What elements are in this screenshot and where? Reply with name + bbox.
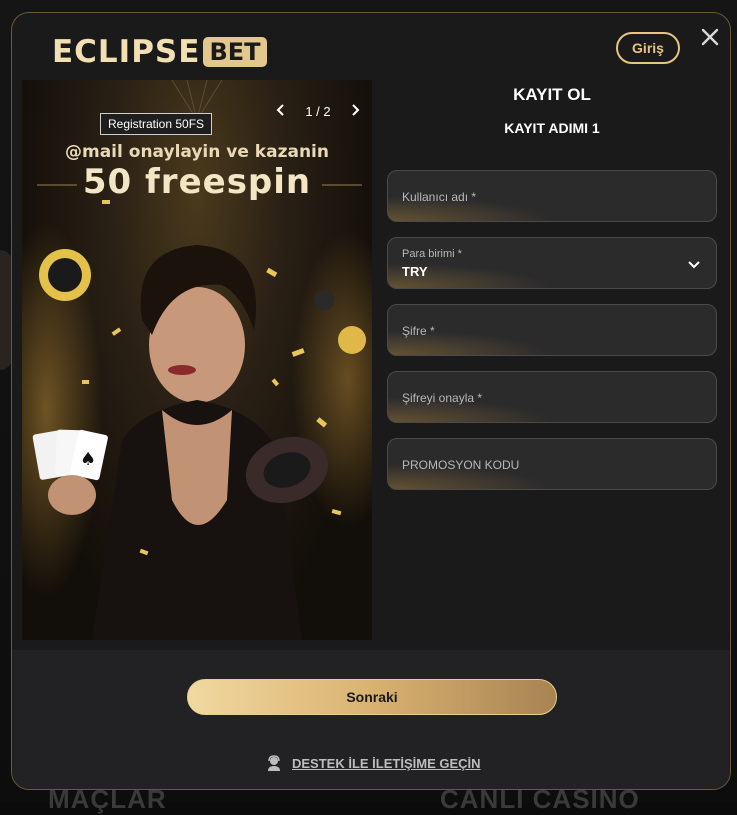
chevron-left-icon[interactable] [276,103,286,119]
support-link-label: DESTEK İLE İLETİŞİME GEÇİN [292,755,481,771]
form-step-label: KAYIT ADIMI 1 [504,120,600,136]
logo-bet-badge: BET [203,37,267,67]
password-confirm-label: Şifreyi onayla * [402,391,483,405]
promo-page-indicator: 1 / 2 [305,103,331,119]
support-agent-icon [267,755,281,771]
password-field[interactable]: Şifre * [387,304,717,356]
currency-label: Para birimi * [402,248,462,260]
currency-select[interactable]: Para birimi * TRY [387,237,717,289]
promo-banner: ♠ Registration 50FS 1 / 2 @mail onaylayi… [22,80,372,640]
promo-code-label: PROMOSYON KODU [402,458,520,472]
chevron-down-icon [688,256,700,274]
close-icon[interactable] [698,25,722,49]
username-label: Kullanıcı adı * [402,190,477,204]
promo-pager: 1 / 2 [276,100,360,122]
support-link[interactable]: DESTEK İLE İLETİŞİME GEÇİN [267,755,481,771]
currency-value: TRY [402,264,428,279]
promo-headline: @mail onaylayin ve kazanin [65,142,329,162]
registration-modal: ECLIPSE BET Giriş ♠ Registration 50FS 1 … [11,12,731,790]
next-button[interactable]: Sonraki [187,679,557,715]
promo-code-field[interactable]: PROMOSYON KODU [387,438,717,490]
form-title: KAYIT OL [513,85,591,104]
chevron-right-icon[interactable] [350,103,360,119]
promo-freespin-title: 50 freespin [82,162,312,202]
svg-text:♠: ♠ [80,449,96,470]
promo-badge: Registration 50FS [100,113,213,135]
password-label: Şifre * [402,324,435,338]
password-confirm-field[interactable]: Şifreyi onayla * [387,371,717,423]
brand-logo: ECLIPSE BET [52,34,267,70]
login-button[interactable]: Giriş [616,32,680,64]
logo-wordmark: ECLIPSE [52,34,201,70]
username-field[interactable]: Kullanıcı adı * [387,170,717,222]
